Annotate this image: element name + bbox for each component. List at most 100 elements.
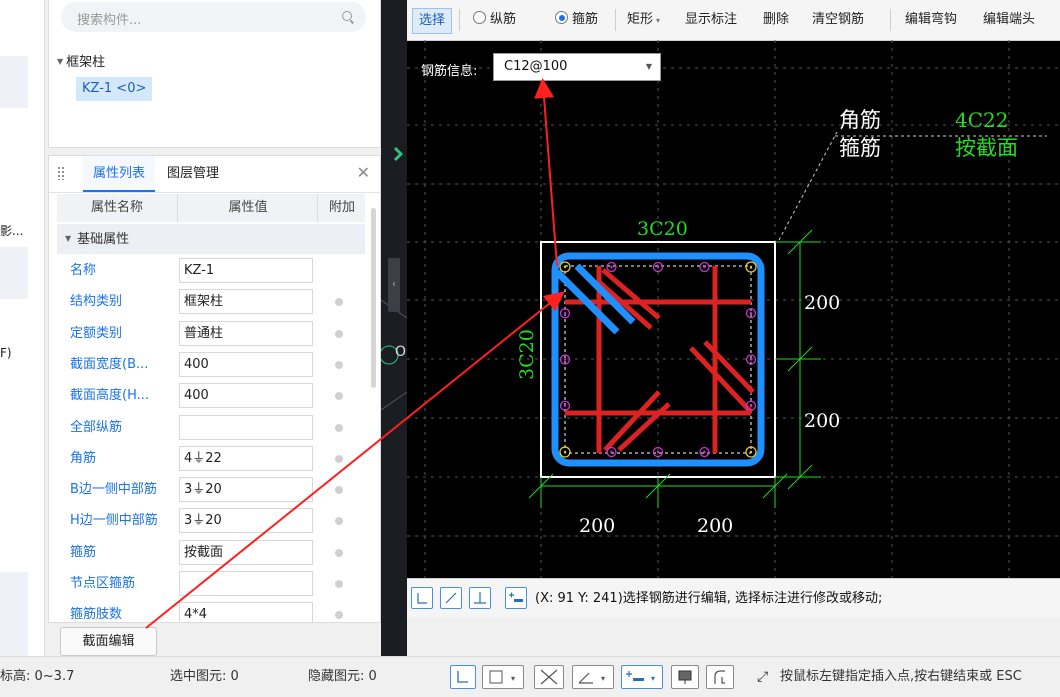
perpendicular-icon[interactable]	[469, 587, 491, 609]
close-icon[interactable]: ✕	[357, 163, 370, 182]
rebar-center-dot	[749, 404, 753, 407]
property-name: 截面宽度(B...	[70, 356, 149, 372]
extra-checkbox-dot[interactable]	[335, 517, 343, 526]
property-row[interactable]: H边一侧中部筋 3⏚20	[57, 505, 365, 536]
rebar-info-select[interactable]: C12@100 ▼	[493, 53, 661, 81]
section-basic-properties[interactable]: ▼ 基础属性	[57, 224, 365, 254]
property-row[interactable]: 名称 KZ-1	[57, 255, 365, 286]
property-row[interactable]: 角筋 4⏚22	[57, 443, 365, 474]
tab-layer-management[interactable]: 图层管理	[167, 156, 219, 190]
dimension-value-right-top[interactable]: 200	[804, 292, 840, 314]
rebar-center-dot	[563, 404, 567, 407]
section-edit-button[interactable]: 截面编辑	[60, 627, 157, 656]
extra-checkbox-dot[interactable]	[335, 454, 343, 463]
property-row[interactable]: 箍筋肢数 4*4	[57, 599, 365, 622]
property-row[interactable]: 结构类别 框架柱	[57, 286, 365, 317]
property-value-field[interactable]: 400	[179, 351, 313, 377]
chevron-down-icon[interactable]: ▼	[646, 54, 652, 80]
property-value-field[interactable]: 4*4	[179, 602, 313, 622]
radio-checked-icon[interactable]	[555, 11, 568, 24]
snap-offset-icon[interactable]: ▾	[621, 665, 663, 689]
stirrup-radio[interactable]: 箍筋	[555, 0, 598, 40]
extra-checkbox-dot[interactable]	[335, 580, 343, 588]
property-name: 全部纵筋	[70, 419, 123, 435]
property-value-field[interactable]: 按截面	[179, 539, 313, 565]
property-value-field[interactable]: 3⏚20	[179, 508, 313, 534]
tree-item-kz1[interactable]: KZ-1 <0>	[76, 77, 153, 101]
extra-checkbox-dot[interactable]	[335, 486, 343, 495]
dimension-value-bottom-right[interactable]: 200	[697, 515, 733, 537]
scrollbar[interactable]	[371, 208, 376, 388]
extra-checkbox-dot[interactable]	[335, 548, 343, 557]
collapse-triangle-icon[interactable]: ▼	[57, 57, 63, 66]
property-row[interactable]: 全部纵筋	[57, 412, 365, 443]
edit-hook-button[interactable]: 编辑弯钩	[905, 0, 957, 40]
extra-checkbox-dot[interactable]	[335, 392, 343, 401]
property-row[interactable]: 定额类别 普通柱	[57, 318, 365, 349]
left-rebar-label[interactable]: 3C20	[516, 329, 538, 380]
nav-item[interactable]	[0, 247, 28, 299]
delete-button[interactable]: 删除	[763, 0, 789, 40]
stirrup-hooks[interactable]	[597, 268, 755, 452]
longitudinal-radio[interactable]: 纵筋	[473, 0, 516, 40]
angle-icon[interactable]: ▾	[572, 665, 614, 689]
section-canvas[interactable]: 角筋 4C22 箍筋 按截面 3C20 3C20 200 200 200 200	[407, 40, 1060, 578]
object-snap-icon[interactable]: ▾	[482, 665, 524, 689]
section-label: 基础属性	[77, 232, 130, 247]
orthogonal-mode-icon[interactable]	[450, 665, 476, 689]
stirrup-label[interactable]: 箍筋	[839, 136, 881, 160]
curve-icon[interactable]	[706, 665, 734, 689]
svg-text:▾: ▾	[651, 674, 655, 683]
clear-rebar-button[interactable]: 清空钢筋	[812, 0, 864, 40]
corner-rebar-label[interactable]: 角筋	[839, 108, 881, 132]
dimension-value-right-bottom[interactable]: 200	[804, 410, 840, 432]
property-row[interactable]: B边一侧中部筋 3⏚20	[57, 474, 365, 505]
extra-checkbox-dot[interactable]	[335, 298, 343, 307]
property-value-field[interactable]	[179, 571, 313, 596]
drag-grip-icon[interactable]	[57, 166, 65, 180]
property-row[interactable]: 截面高度(H... 400	[57, 380, 365, 411]
property-row[interactable]: 箍筋 按截面	[57, 537, 365, 568]
rebar-center-dot	[563, 312, 567, 315]
extra-checkbox-dot[interactable]	[335, 423, 343, 432]
nav-item[interactable]	[0, 56, 28, 108]
extra-checkbox-dot[interactable]	[335, 611, 343, 620]
monitor-icon[interactable]	[671, 665, 699, 689]
column-header-name: 属性名称	[90, 200, 143, 215]
tree-group-frame-column[interactable]: ▼ 框架柱	[57, 51, 105, 70]
snap-offset-icon[interactable]	[505, 587, 527, 609]
show-labels-button[interactable]: 显示标注	[685, 0, 737, 40]
property-name: H边一侧中部筋	[70, 513, 158, 529]
collapse-triangle-icon[interactable]: ▼	[65, 234, 71, 243]
top-rebar-label[interactable]: 3C20	[637, 218, 688, 240]
cross-snap-icon[interactable]	[534, 665, 564, 689]
nav-item[interactable]	[0, 572, 28, 656]
property-value-field[interactable]: 普通柱	[179, 320, 313, 346]
stirrup-value[interactable]: 按截面	[955, 136, 1018, 160]
shape-dropdown[interactable]: 矩形 ▾	[627, 0, 660, 40]
select-button[interactable]: 选择	[412, 8, 453, 34]
section-editor: 选择 纵筋 箍筋 矩形 ▾ 显示标注 删除 清空钢筋 编辑弯钩 编辑端头 角筋 …	[407, 0, 1060, 618]
chevron-down-icon[interactable]: ▾	[656, 16, 660, 25]
property-value-field[interactable]: KZ-1	[179, 258, 313, 283]
property-row[interactable]: 截面宽度(B... 400	[57, 349, 365, 380]
corner-rebar-value[interactable]: 4C22	[955, 108, 1008, 132]
tab-property-list[interactable]: 属性列表	[83, 156, 155, 192]
property-value-field[interactable]	[179, 414, 313, 440]
dimension-value-bottom-left[interactable]: 200	[579, 515, 615, 537]
property-value-field[interactable]: 框架柱	[179, 289, 313, 315]
property-value-field[interactable]: 400	[179, 383, 313, 409]
extra-checkbox-dot[interactable]	[335, 329, 343, 338]
property-value-field[interactable]: 3⏚20	[179, 477, 313, 503]
line-draw-icon[interactable]	[440, 587, 462, 609]
edit-end-button[interactable]: 编辑端头	[983, 0, 1035, 40]
radio-icon[interactable]	[473, 11, 486, 24]
search-input[interactable]: 搜索构件...	[61, 2, 366, 32]
property-value-field[interactable]: 4⏚22	[179, 445, 313, 471]
toolbar-divider	[890, 9, 891, 31]
search-icon[interactable]	[342, 11, 352, 21]
orthogonal-mode-icon[interactable]	[411, 587, 433, 609]
property-row[interactable]: 节点区箍筋	[57, 568, 365, 599]
collapse-panel-handle[interactable]: ‹	[388, 258, 400, 312]
extra-checkbox-dot[interactable]	[335, 360, 343, 369]
